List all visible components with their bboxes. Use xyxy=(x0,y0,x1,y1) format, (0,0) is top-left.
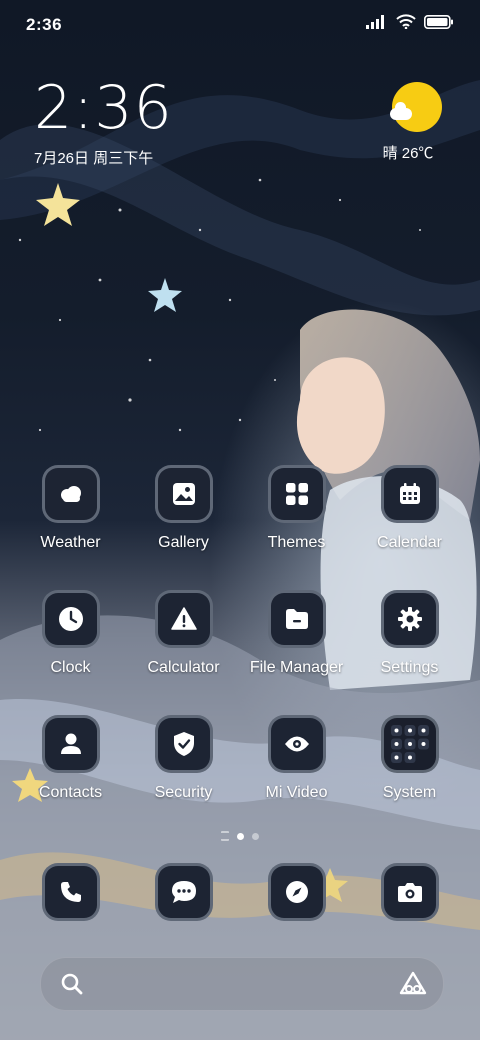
system-folder-icon xyxy=(380,715,439,773)
app-label: Weather xyxy=(40,534,101,551)
themes-icon xyxy=(267,465,326,523)
camera-icon xyxy=(380,863,439,921)
battery-icon xyxy=(424,14,453,29)
app-label: Calendar xyxy=(377,534,442,551)
app-label: Contacts xyxy=(38,784,103,801)
app-label: Calculator xyxy=(147,659,220,676)
app-label: Settings xyxy=(380,659,439,676)
app-label: Clock xyxy=(50,659,91,676)
page-indicator-list xyxy=(221,831,229,841)
phone-icon xyxy=(41,863,100,921)
assistant-icon[interactable] xyxy=(399,971,427,995)
calculator-icon xyxy=(154,590,213,648)
app-label: File Manager xyxy=(249,659,344,676)
contacts-icon xyxy=(41,715,100,773)
page-indicator-dot xyxy=(252,832,259,840)
app-calculator[interactable]: Calculator xyxy=(127,590,240,677)
page-indicator-dot-active xyxy=(237,832,244,840)
app-settings[interactable]: Settings xyxy=(353,590,466,677)
sunny-weather-icon xyxy=(390,82,442,132)
app-label: System xyxy=(382,784,437,801)
lockscreen-clock[interactable]: 2:36 xyxy=(34,78,173,138)
app-label: Gallery xyxy=(158,534,209,551)
dock-browser[interactable] xyxy=(240,863,353,921)
dock-camera[interactable] xyxy=(353,863,466,921)
app-label: Security xyxy=(154,784,213,801)
wifi-icon xyxy=(396,14,416,29)
signal-icon xyxy=(366,14,384,29)
app-weather[interactable]: Weather xyxy=(14,465,127,552)
app-gallery[interactable]: Gallery xyxy=(127,465,240,552)
app-label: Themes xyxy=(267,534,326,551)
calendar-icon xyxy=(380,465,439,523)
security-icon xyxy=(154,715,213,773)
messages-icon xyxy=(154,863,213,921)
status-time: 2:36 xyxy=(26,15,63,34)
page-indicator[interactable] xyxy=(0,831,480,841)
app-security[interactable]: Security xyxy=(127,715,240,802)
clock-icon xyxy=(41,590,100,648)
file-manager-icon xyxy=(267,590,326,648)
dock-phone[interactable] xyxy=(14,863,127,921)
status-bar: 2:36 xyxy=(0,0,480,50)
dock-messages[interactable] xyxy=(127,863,240,921)
weather-icon xyxy=(41,465,100,523)
app-themes[interactable]: Themes xyxy=(240,465,353,552)
app-contacts[interactable]: Contacts xyxy=(14,715,127,802)
lockscreen-date: 7月26日 周三下午 xyxy=(34,150,154,167)
app-system-folder[interactable]: System xyxy=(353,715,466,802)
weather-widget[interactable]: 晴 26℃ xyxy=(360,82,450,163)
app-label: Mi Video xyxy=(265,784,328,801)
app-clock[interactable]: Clock xyxy=(14,590,127,677)
app-mi-video[interactable]: Mi Video xyxy=(240,715,353,802)
weather-text: 晴 26℃ xyxy=(382,145,434,162)
settings-icon xyxy=(380,590,439,648)
search-icon xyxy=(61,973,83,995)
app-file-manager[interactable]: File Manager xyxy=(240,590,353,677)
browser-icon xyxy=(267,863,326,921)
gallery-icon xyxy=(154,465,213,523)
app-calendar[interactable]: Calendar xyxy=(353,465,466,552)
search-bar[interactable] xyxy=(40,957,444,1011)
mi-video-icon xyxy=(267,715,326,773)
